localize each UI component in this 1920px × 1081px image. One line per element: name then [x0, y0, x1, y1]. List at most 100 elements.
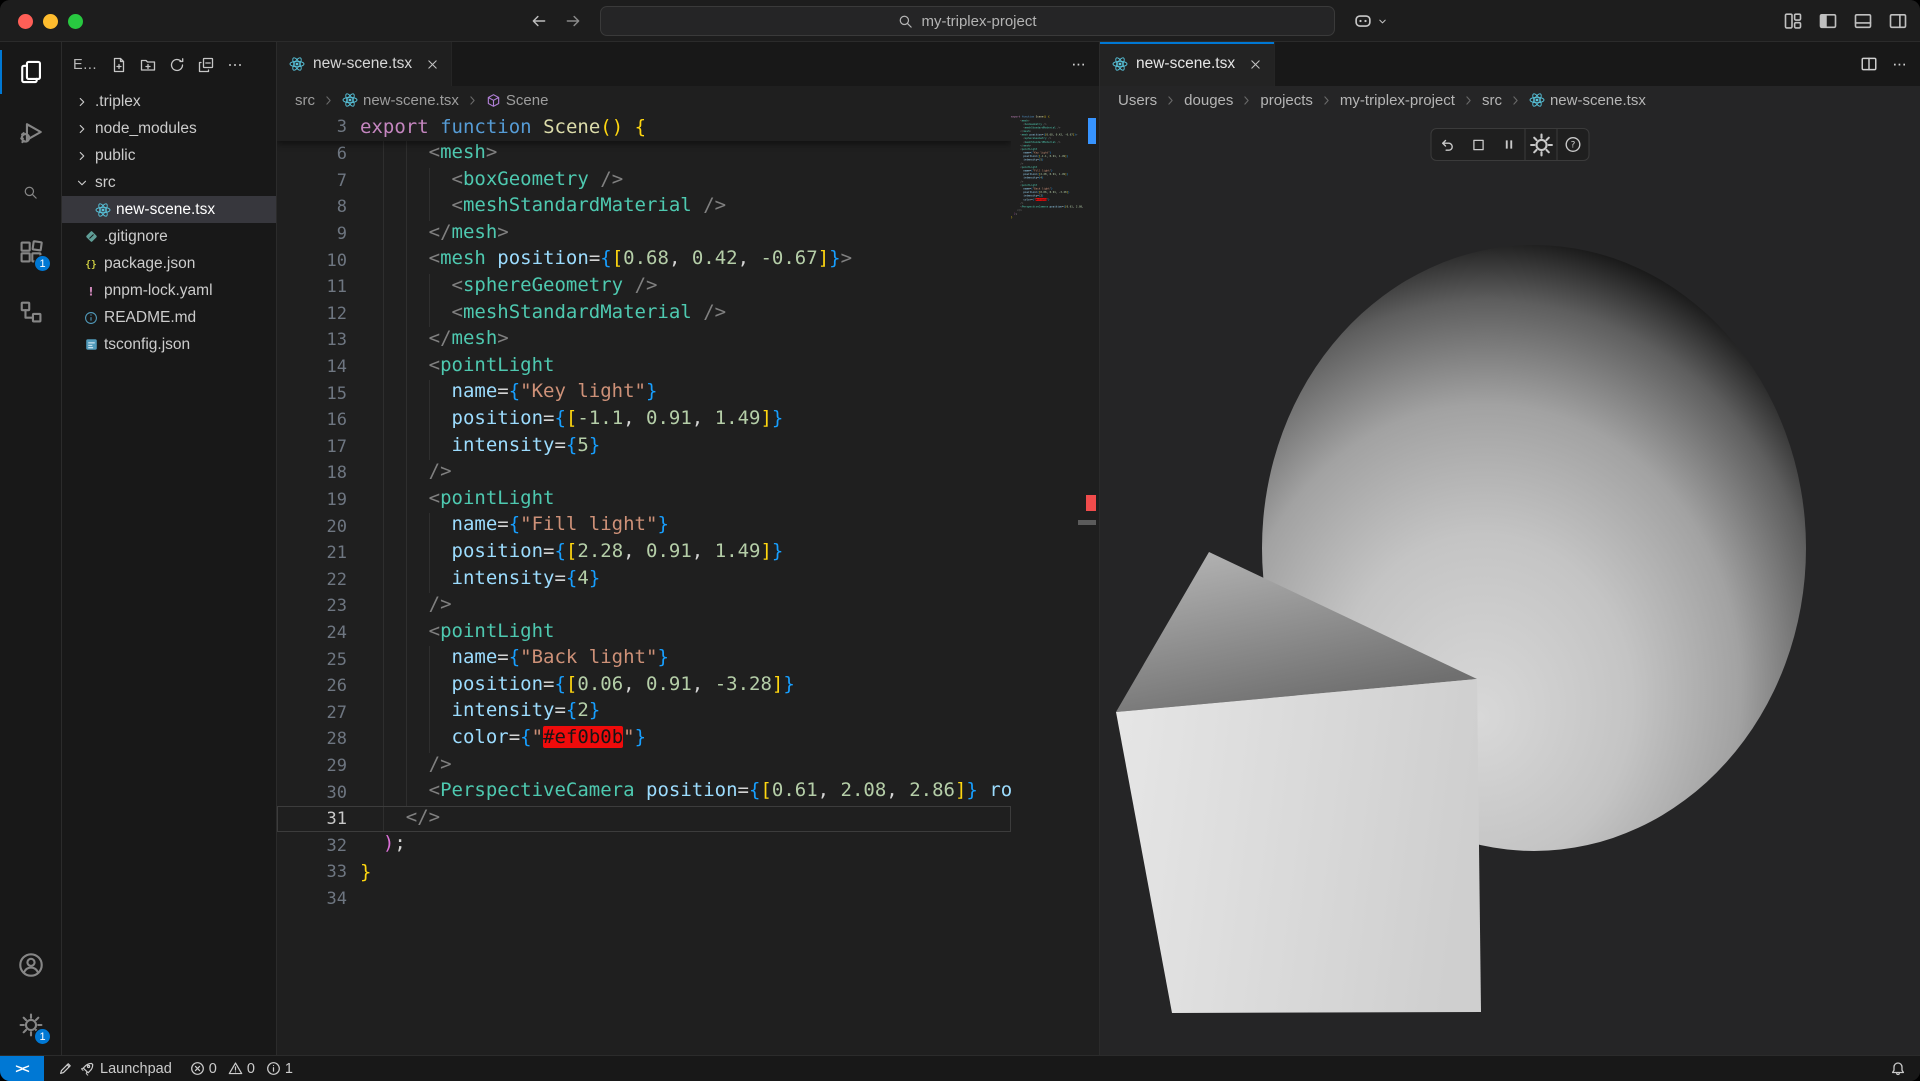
settings-icon: [1528, 132, 1554, 158]
refresh-icon[interactable]: [169, 57, 185, 73]
code-line-8[interactable]: 8<meshStandardMaterial />: [277, 194, 1011, 221]
breadcrumb-item-projects[interactable]: projects: [1260, 92, 1313, 109]
back-icon[interactable]: [530, 12, 548, 30]
breadcrumb-item-new-scene.tsx[interactable]: new-scene.tsx: [1529, 92, 1646, 109]
collapse-all-icon[interactable]: [198, 57, 214, 73]
breadcrumb-item-Scene[interactable]: Scene: [486, 92, 549, 109]
code-line-20[interactable]: 20name={"Fill light"}: [277, 513, 1011, 540]
more-actions-icon[interactable]: ···: [1892, 54, 1906, 74]
indent-guide: [429, 301, 452, 328]
breadcrumb-item-Users[interactable]: Users: [1118, 92, 1157, 109]
forward-icon[interactable]: [564, 12, 582, 30]
frame-button[interactable]: [1463, 129, 1494, 160]
tree-item-new-scene.tsx[interactable]: new-scene.tsx: [62, 196, 276, 223]
code-line-13[interactable]: 13</mesh>: [277, 327, 1011, 354]
zoom-button[interactable]: [68, 14, 83, 29]
code-line-29[interactable]: 29/>: [277, 753, 1011, 780]
command-center[interactable]: my-triplex-project: [600, 6, 1335, 36]
code-line-21[interactable]: 21position={[2.28, 0.91, 1.49]}: [277, 540, 1011, 567]
code-editor[interactable]: 3export function Scene() { 6<mesh>7<boxG…: [277, 114, 1099, 1055]
scrollbar-handle[interactable]: [1078, 520, 1096, 525]
tree-item-.triplex[interactable]: .triplex: [62, 88, 276, 115]
activity-item-settings[interactable]: 1: [0, 995, 61, 1055]
close-button[interactable]: [18, 14, 33, 29]
account-icon: [18, 952, 44, 978]
breadcrumb-item-new-scene.tsx[interactable]: new-scene.tsx: [342, 92, 459, 109]
breadcrumb-item-douges[interactable]: douges: [1184, 92, 1233, 109]
tree-item-src[interactable]: src: [62, 169, 276, 196]
code-line-26[interactable]: 26position={[0.06, 0.91, -3.28]}: [277, 673, 1011, 700]
code-line-30[interactable]: 30<PerspectiveCamera position={[0.61, 2.…: [277, 779, 1011, 806]
panel-bottom-icon[interactable]: [1853, 11, 1873, 31]
code-line-22[interactable]: 22intensity={4}: [277, 567, 1011, 594]
activity-item-search[interactable]: [0, 162, 61, 222]
code-line-11[interactable]: 11<sphereGeometry />: [277, 274, 1011, 301]
code-line-17[interactable]: 17intensity={5}: [277, 434, 1011, 461]
tree-item-node_modules[interactable]: node_modules: [62, 115, 276, 142]
activity-item-hierarchy[interactable]: [0, 282, 61, 342]
code-line-34[interactable]: 34: [277, 886, 1011, 913]
more-actions-icon[interactable]: ···: [1071, 54, 1085, 74]
activity-item-explorer[interactable]: [0, 42, 61, 102]
breadcrumb-item-src[interactable]: src: [295, 92, 315, 109]
code-token: ,: [623, 540, 646, 562]
scene-canvas[interactable]: [1100, 114, 1920, 1055]
tree-item-package.json[interactable]: {}package.json: [62, 250, 276, 277]
code-line-25[interactable]: 25name={"Back light"}: [277, 646, 1011, 673]
tree-item-README.md[interactable]: README.md: [62, 304, 276, 331]
code-line-24[interactable]: 24<pointLight: [277, 620, 1011, 647]
undo-button[interactable]: [1432, 129, 1463, 160]
code-line-18[interactable]: 18/>: [277, 460, 1011, 487]
help-button[interactable]: ?: [1558, 129, 1589, 160]
code-line-9[interactable]: 9</mesh>: [277, 221, 1011, 248]
code-line-19[interactable]: 19<pointLight: [277, 487, 1011, 514]
breadcrumb-item-my-triplex-project[interactable]: my-triplex-project: [1340, 92, 1455, 109]
code-line-14[interactable]: 14<pointLight: [277, 354, 1011, 381]
activity-item-run-debug[interactable]: [0, 102, 61, 162]
bell-icon[interactable]: [1890, 1061, 1906, 1077]
panel-right-icon[interactable]: [1888, 11, 1908, 31]
code-line-16[interactable]: 16position={[-1.1, 0.91, 1.49]}: [277, 407, 1011, 434]
code-line-6[interactable]: 6<mesh>: [277, 141, 1011, 168]
problems-button[interactable]: 0 0 1: [190, 1061, 299, 1077]
code-line-12[interactable]: 12<meshStandardMaterial />: [277, 301, 1011, 328]
split-editor-icon[interactable]: [1860, 55, 1878, 73]
more-icon[interactable]: [227, 57, 243, 73]
minimize-button[interactable]: [43, 14, 58, 29]
activity-item-account[interactable]: [0, 935, 61, 995]
tree-item-public[interactable]: public: [62, 142, 276, 169]
code-line-27[interactable]: 27intensity={2}: [277, 699, 1011, 726]
sticky-scroll-line[interactable]: 3export function Scene() {: [277, 114, 1011, 141]
panel-left-icon[interactable]: [1818, 11, 1838, 31]
code-line-23[interactable]: 23/>: [277, 593, 1011, 620]
code-line-28[interactable]: 28color={"#ef0b0b"}: [277, 726, 1011, 753]
activity-item-extensions[interactable]: 1: [0, 222, 61, 282]
code-line-7[interactable]: 7<boxGeometry />: [277, 168, 1011, 195]
code-line-15[interactable]: 15name={"Key light"}: [277, 380, 1011, 407]
tree-item-tsconfig.json[interactable]: tsconfig.json: [62, 331, 276, 358]
close-icon[interactable]: [1249, 58, 1262, 71]
box-object[interactable]: [1116, 679, 1481, 1013]
minimap[interactable]: export function Scene() { <mesh> <boxGeo…: [1011, 114, 1084, 1055]
tab-new-scene[interactable]: new-scene.tsx: [277, 42, 452, 86]
new-folder-icon[interactable]: [140, 57, 156, 73]
close-icon[interactable]: [426, 58, 439, 71]
customize-layout-icon[interactable]: [1783, 11, 1803, 31]
code-line-32[interactable]: 32);: [277, 832, 1011, 859]
copilot-button[interactable]: [1352, 0, 1388, 42]
code-line-31[interactable]: 31</>: [277, 806, 1011, 833]
tab-scene-new-scene[interactable]: new-scene.tsx: [1100, 42, 1275, 86]
breadcrumb-item-src[interactable]: src: [1482, 92, 1502, 109]
code-line-33[interactable]: 33}: [277, 859, 1011, 886]
new-file-icon[interactable]: [111, 57, 127, 73]
remote-indicator[interactable]: ><: [0, 1056, 44, 1081]
tree-item-pnpm-lock.yaml[interactable]: !pnpm-lock.yaml: [62, 277, 276, 304]
scene-viewport[interactable]: ?: [1100, 114, 1920, 1055]
code-line-10[interactable]: 10<mesh position={[0.68, 0.42, -0.67]}>: [277, 247, 1011, 274]
code-token: meshStandardMaterial: [463, 194, 692, 216]
settings-button[interactable]: [1526, 129, 1557, 160]
pause-button[interactable]: [1494, 129, 1525, 160]
code-line-3[interactable]: 3export function Scene() {: [277, 114, 646, 141]
tree-item-.gitignore[interactable]: .gitignore: [62, 223, 276, 250]
launchpad-button[interactable]: Launchpad: [58, 1061, 172, 1077]
